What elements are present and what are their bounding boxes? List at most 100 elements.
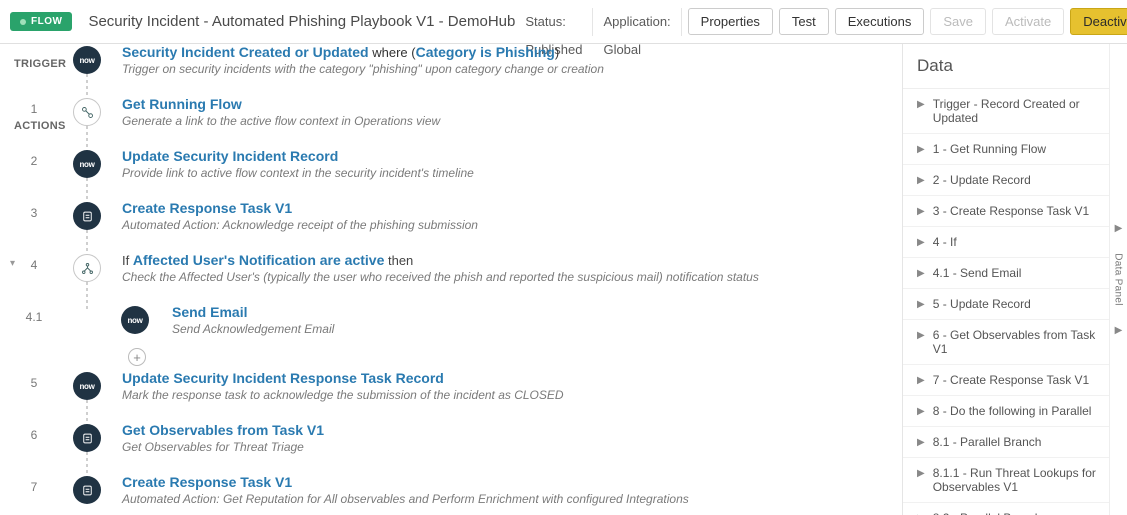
data-item-label: 8.2 - Parallel Branch bbox=[933, 511, 1099, 515]
data-item[interactable]: ▶8.2 - Parallel Branch bbox=[903, 503, 1109, 515]
trigger-title-a: Security Incident Created or Updated bbox=[122, 44, 369, 60]
trigger-close: ) bbox=[555, 45, 559, 60]
step-desc: Generate a link to the active flow conte… bbox=[122, 114, 882, 128]
save-button: Save bbox=[930, 8, 986, 35]
chevron-right-icon: ▶ bbox=[917, 299, 925, 310]
chevron-right-icon: ▶ bbox=[917, 330, 925, 341]
chevron-right-icon: ▶ bbox=[917, 437, 925, 448]
data-panel: Data ▶ Trigger - Record Created or Update… bbox=[902, 44, 1109, 515]
step-desc: Check the Affected User's (typically the… bbox=[122, 270, 882, 284]
flow-badge-label: FLOW bbox=[31, 16, 62, 27]
data-item[interactable]: ▶ 4.1 - Send Email bbox=[903, 258, 1109, 289]
data-item[interactable]: ▶8 - Do the following in Parallel bbox=[903, 396, 1109, 427]
step-title: Update Security Incident Response Task R… bbox=[122, 370, 444, 386]
task-icon bbox=[73, 202, 101, 230]
data-item[interactable]: ▶ 1 - Get Running Flow bbox=[903, 134, 1109, 165]
data-item[interactable]: ▶ 7 - Create Response Task V1 bbox=[903, 365, 1109, 396]
chevron-right-icon: ▶ bbox=[917, 175, 925, 186]
data-item-label: 4 - If bbox=[933, 235, 1099, 249]
data-item[interactable]: ▶ 5 - Update Record bbox=[903, 289, 1109, 320]
step-desc: Send Acknowledgement Email bbox=[172, 322, 882, 336]
data-item-label: 7 - Create Response Task V1 bbox=[933, 373, 1099, 387]
test-button[interactable]: Test bbox=[779, 8, 829, 35]
data-item-label: 2 - Update Record bbox=[933, 173, 1099, 187]
if-label: If bbox=[122, 253, 133, 268]
step-desc: Provide link to active flow context in t… bbox=[122, 166, 882, 180]
if-condition: Affected User's Notification are active bbox=[133, 252, 385, 268]
step-number: 1 bbox=[22, 102, 46, 116]
step-number: 2 bbox=[22, 154, 46, 168]
step-3[interactable]: 3 Create Response Task V1 Automated Acti… bbox=[0, 200, 902, 232]
chevron-right-icon: ▶ bbox=[917, 468, 925, 479]
application-label: Application: Global bbox=[593, 8, 681, 36]
collapse-caret-icon[interactable]: ▾ bbox=[10, 258, 15, 269]
collapse-rail[interactable]: ▶ Data Panel ▶ bbox=[1109, 44, 1127, 515]
data-item-label: 8.1 - Parallel Branch bbox=[933, 435, 1099, 449]
data-item-label: 8.1.1 - Run Threat Lookups for Observabl… bbox=[933, 466, 1099, 494]
data-list[interactable]: ▶ Trigger - Record Created or Updated ▶ 1 … bbox=[903, 89, 1109, 515]
trigger-desc: Trigger on security incidents with the c… bbox=[122, 62, 882, 76]
step-number: 3 bbox=[22, 206, 46, 220]
branch-icon bbox=[73, 254, 101, 282]
step-title: Create Response Task V1 bbox=[122, 474, 292, 490]
step-number: 4.1 bbox=[22, 310, 46, 324]
step-number: 5 bbox=[22, 376, 46, 390]
now-icon: now bbox=[73, 372, 101, 400]
step-7[interactable]: 7 Create Response Task V1 Automated Acti… bbox=[0, 474, 902, 506]
step-trigger[interactable]: now Security Incident Created or Updated… bbox=[0, 44, 902, 76]
step-6[interactable]: 6 Get Observables from Task V1 Get Obser… bbox=[0, 422, 902, 454]
step-title: Create Response Task V1 bbox=[122, 200, 292, 216]
collapse-arrow-icon[interactable]: ▶ bbox=[1115, 223, 1123, 234]
step-number: 7 bbox=[22, 480, 46, 494]
data-item[interactable]: ▶ 3 - Create Response Task V1 bbox=[903, 196, 1109, 227]
step-title: Get Running Flow bbox=[122, 96, 242, 112]
data-item[interactable]: ▶ 4 - If bbox=[903, 227, 1109, 258]
data-item-label: 5 - Update Record bbox=[933, 297, 1099, 311]
data-item[interactable]: ▶ 2 - Update Record bbox=[903, 165, 1109, 196]
data-item-label: 4.1 - Send Email bbox=[933, 266, 1099, 280]
executions-button[interactable]: Executions bbox=[835, 8, 925, 35]
data-item-label: 3 - Create Response Task V1 bbox=[933, 204, 1099, 218]
activate-button: Activate bbox=[992, 8, 1064, 35]
data-item-label: 6 - Get Observables from Task V1 bbox=[933, 328, 1099, 356]
task-icon bbox=[73, 424, 101, 452]
data-item[interactable]: ▶ 6 - Get Observables from Task V1 bbox=[903, 320, 1109, 365]
step-4-1[interactable]: 4.1 now Send Email Send Acknowledgement … bbox=[0, 304, 902, 336]
trigger-condition: Category is Phishing bbox=[416, 44, 555, 60]
data-item-label: 8 - Do the following in Parallel bbox=[933, 404, 1099, 418]
data-item-label: Trigger - Record Created or Updated bbox=[933, 97, 1099, 125]
chevron-right-icon: ▶ bbox=[917, 206, 925, 217]
flow-icon bbox=[73, 98, 101, 126]
chevron-right-icon: ▶ bbox=[917, 237, 925, 248]
step-number: 6 bbox=[22, 428, 46, 442]
data-item-label: 1 - Get Running Flow bbox=[933, 142, 1099, 156]
step-desc: Mark the response task to acknowledge th… bbox=[122, 388, 882, 402]
chevron-right-icon: ▶ bbox=[917, 268, 925, 279]
chevron-right-icon: ▶ bbox=[917, 144, 925, 155]
deactivate-button[interactable]: Deactivate bbox=[1070, 8, 1127, 35]
trigger-where: where ( bbox=[369, 45, 416, 60]
now-icon: now bbox=[73, 46, 101, 74]
add-step-button[interactable]: + bbox=[128, 348, 146, 366]
chevron-right-icon: ▶ bbox=[917, 375, 925, 386]
step-desc: Automated Action: Get Reputation for All… bbox=[122, 492, 882, 506]
step-desc: Automated Action: Acknowledge receipt of… bbox=[122, 218, 882, 232]
data-item[interactable]: ▶ 8.1.1 - Run Threat Lookups for Observab… bbox=[903, 458, 1109, 503]
data-item[interactable]: ▶ 8.1 - Parallel Branch bbox=[903, 427, 1109, 458]
step-5[interactable]: 5 now Update Security Incident Response … bbox=[0, 370, 902, 402]
page-title: Security Incident - Automated Phishing P… bbox=[88, 13, 515, 30]
chevron-right-icon: ▶ bbox=[917, 99, 925, 110]
step-1[interactable]: 1 Get Running Flow Generate a link to th… bbox=[0, 96, 902, 128]
step-4-if[interactable]: ▾ 4 If Affected User's Notification are … bbox=[0, 252, 902, 284]
step-2[interactable]: 2 now Update Security Incident Record Pr… bbox=[0, 148, 902, 180]
data-panel-header: Data bbox=[903, 44, 1109, 89]
then-label: then bbox=[384, 253, 413, 268]
properties-button[interactable]: Properties bbox=[688, 8, 773, 35]
task-icon bbox=[73, 476, 101, 504]
collapse-arrow-icon[interactable]: ▶ bbox=[1115, 325, 1123, 336]
step-title: Send Email bbox=[172, 304, 247, 320]
data-item[interactable]: ▶ Trigger - Record Created or Updated bbox=[903, 89, 1109, 134]
header-bar: FLOW Security Incident - Automated Phish… bbox=[0, 0, 1127, 44]
now-icon: now bbox=[121, 306, 149, 334]
flow-canvas[interactable]: TRIGGER ACTIONS now Security Incident Cr… bbox=[0, 44, 902, 515]
